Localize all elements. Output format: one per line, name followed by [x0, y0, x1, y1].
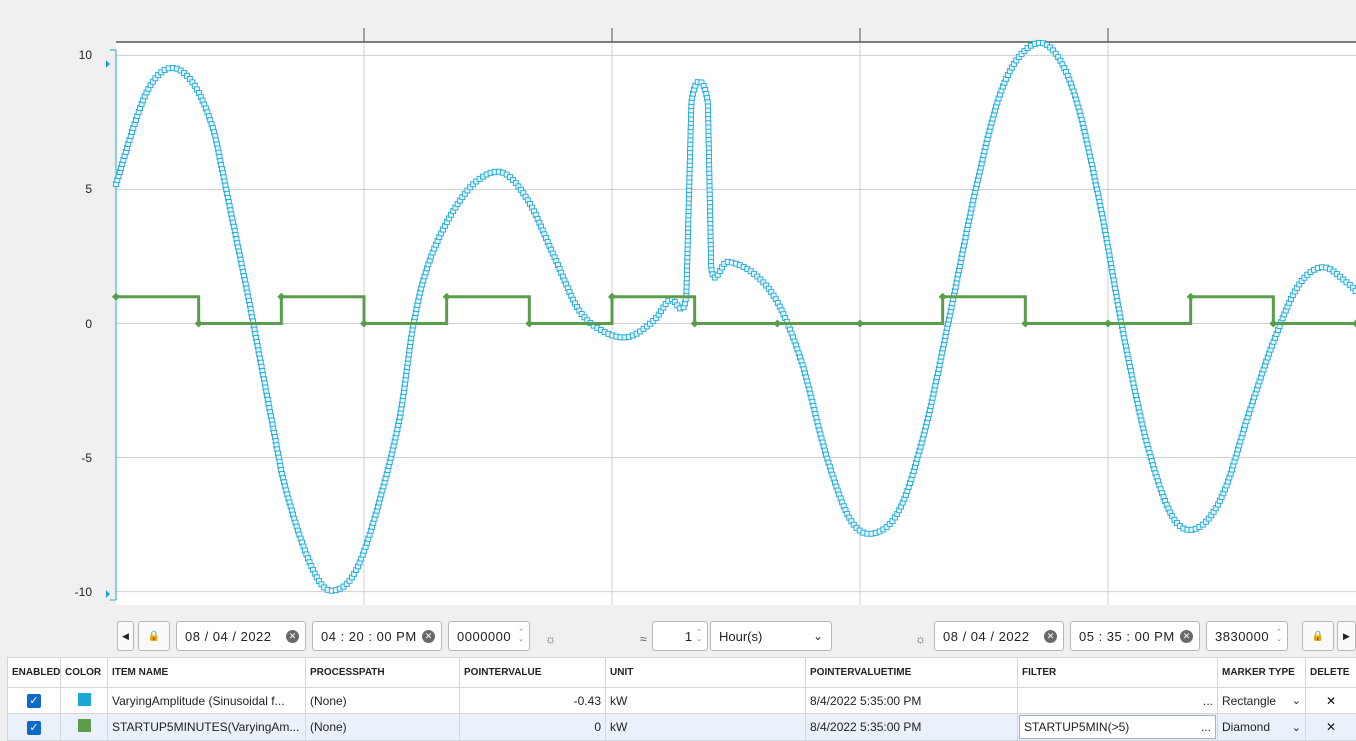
start-date-value: 08 / 04 / 2022: [185, 628, 272, 644]
chevron-down-icon: ⌄: [812, 629, 823, 643]
marker-type-value: Rectangle: [1222, 693, 1277, 708]
column-header[interactable]: UNIT: [605, 657, 806, 688]
end-time-input[interactable]: 05 : 35 : 00 PM ✕: [1070, 621, 1200, 651]
trend-items-table: ENABLED COLOR ITEM NAME PROCESSPATH POIN…: [7, 657, 1356, 741]
unit-cell: kW: [605, 687, 806, 714]
chevron-right-icon: ▶: [1343, 630, 1350, 641]
y-axis-arrow-down: [106, 590, 110, 598]
filter-cell[interactable]: ...: [1017, 687, 1218, 714]
y-tick-label: 0: [85, 316, 92, 331]
interval-unit-value: Hour(s): [719, 628, 763, 644]
spinner-icon[interactable]: ⌃ ⌄: [518, 629, 524, 643]
processpath-cell: (None): [305, 713, 460, 741]
color-cell: [60, 713, 108, 741]
delete-cell: ✕: [1305, 687, 1356, 714]
clear-icon[interactable]: ✕: [286, 629, 299, 643]
color-swatch[interactable]: [77, 692, 91, 706]
item-name-cell: VaryingAmplitude (Sinusoidal f...: [107, 687, 306, 714]
clear-icon[interactable]: ✕: [422, 629, 435, 643]
marker-type-cell[interactable]: Diamond ⌄: [1217, 713, 1306, 741]
lock-start-button[interactable]: 🔒: [138, 621, 170, 651]
pointervalue-cell: 0: [459, 713, 606, 741]
y-tick-label: -10: [74, 584, 92, 599]
y-tick-label: 5: [85, 182, 92, 197]
interval-unit-select[interactable]: Hour(s) ⌄: [710, 621, 832, 651]
scroll-left-button[interactable]: ◀: [117, 621, 134, 651]
lock-icon: 🔒: [147, 630, 161, 642]
filter-input[interactable]: STARTUP5MIN(>5) ...: [1019, 715, 1216, 739]
delete-icon[interactable]: ✕: [1326, 694, 1336, 708]
column-header[interactable]: ENABLED: [7, 657, 61, 688]
y-tick-label: -5: [81, 450, 92, 465]
trend-plot[interactable]: [0, 0, 1356, 612]
enabled-checkbox[interactable]: ✓: [27, 694, 41, 708]
start-date-input[interactable]: 08 / 04 / 2022 ✕: [176, 621, 306, 651]
start-time-input[interactable]: 04 : 20 : 00 PM ✕: [312, 621, 442, 651]
column-header[interactable]: POINTERVALUETIME: [805, 657, 1018, 688]
approx-icon: ≈: [640, 632, 647, 646]
chevron-left-icon: ◀: [122, 630, 129, 641]
filter-value: STARTUP5MIN(>5): [1024, 720, 1130, 734]
column-header[interactable]: DELETE: [1305, 657, 1356, 688]
enabled-cell: ✓: [7, 713, 61, 741]
table-row[interactable]: ✓ STARTUP5MINUTES(VaryingAm... (None) 0 …: [7, 713, 1356, 741]
table-header-row: ENABLED COLOR ITEM NAME PROCESSPATH POIN…: [7, 657, 1356, 688]
column-header[interactable]: FILTER: [1017, 657, 1218, 688]
end-date-input[interactable]: 08 / 04 / 2022 ✕: [934, 621, 1064, 651]
clear-icon[interactable]: ✕: [1044, 629, 1057, 643]
column-header[interactable]: MARKER TYPE: [1217, 657, 1306, 688]
lock-icon: 🔒: [1311, 630, 1325, 642]
chevron-down-icon: ⌄: [1291, 695, 1301, 707]
marker-type-value: Diamond: [1222, 720, 1271, 734]
item-name-cell: STARTUP5MINUTES(VaryingAm...: [107, 713, 306, 741]
filter-more-button[interactable]: ...: [1203, 694, 1213, 708]
scroll-right-button[interactable]: ▶: [1337, 621, 1356, 651]
time-range-toolbar: ◀ 🔒 08 / 04 / 2022 ✕ 04 : 20 : 00 PM ✕ 0…: [0, 612, 1356, 658]
color-swatch[interactable]: [77, 719, 91, 732]
sun-icon[interactable]: ☼: [915, 632, 926, 646]
column-header[interactable]: PROCESSPATH: [305, 657, 460, 688]
column-header[interactable]: ITEM NAME: [107, 657, 306, 688]
y-axis-arrow-up: [106, 60, 110, 68]
enabled-checkbox[interactable]: ✓: [27, 720, 41, 735]
pointervalue-cell: -0.43: [459, 687, 606, 714]
chevron-down-icon: ⌄: [1291, 721, 1301, 734]
spinner-icon[interactable]: ⌃ ⌄: [1276, 629, 1282, 643]
pointervaluetime-cell: 8/4/2022 5:35:00 PM: [805, 687, 1018, 714]
delete-icon[interactable]: ✕: [1326, 720, 1336, 734]
column-header[interactable]: COLOR: [60, 657, 108, 688]
end-time-value: 05 : 35 : 00 PM: [1079, 628, 1175, 644]
end-ms-value: 3830000: [1215, 628, 1270, 644]
start-ms-value: 0000000: [457, 628, 512, 644]
filter-cell[interactable]: STARTUP5MIN(>5) ...: [1017, 713, 1218, 741]
sun-icon[interactable]: ☼: [545, 632, 556, 646]
color-cell: [60, 687, 108, 714]
filter-more-button[interactable]: ...: [1201, 720, 1211, 734]
trend-chart[interactable]: 10 5 0 -5 -10: [0, 0, 1356, 612]
y-tick-label: 10: [78, 48, 92, 63]
table-row[interactable]: ✓ VaryingAmplitude (Sinusoidal f... (Non…: [7, 687, 1356, 714]
clear-icon[interactable]: ✕: [1180, 629, 1193, 643]
pointervaluetime-cell: 8/4/2022 5:35:00 PM: [805, 713, 1018, 741]
spinner-icon[interactable]: ⌃ ⌄: [696, 629, 702, 643]
interval-value: 1: [684, 628, 693, 644]
column-header[interactable]: POINTERVALUE: [459, 657, 606, 688]
delete-cell: ✕: [1305, 713, 1356, 741]
end-ms-stepper[interactable]: 3830000 ⌃ ⌄: [1206, 621, 1288, 651]
unit-cell: kW: [605, 713, 806, 741]
start-ms-stepper[interactable]: 0000000 ⌃ ⌄: [448, 621, 530, 651]
processpath-cell: (None): [305, 687, 460, 714]
end-date-value: 08 / 04 / 2022: [943, 628, 1030, 644]
interval-stepper[interactable]: 1 ⌃ ⌄: [652, 621, 708, 651]
lock-end-button[interactable]: 🔒: [1302, 621, 1334, 651]
enabled-cell: ✓: [7, 687, 61, 714]
start-time-value: 04 : 20 : 00 PM: [321, 628, 417, 644]
marker-type-cell[interactable]: Rectangle ⌄: [1217, 687, 1306, 714]
